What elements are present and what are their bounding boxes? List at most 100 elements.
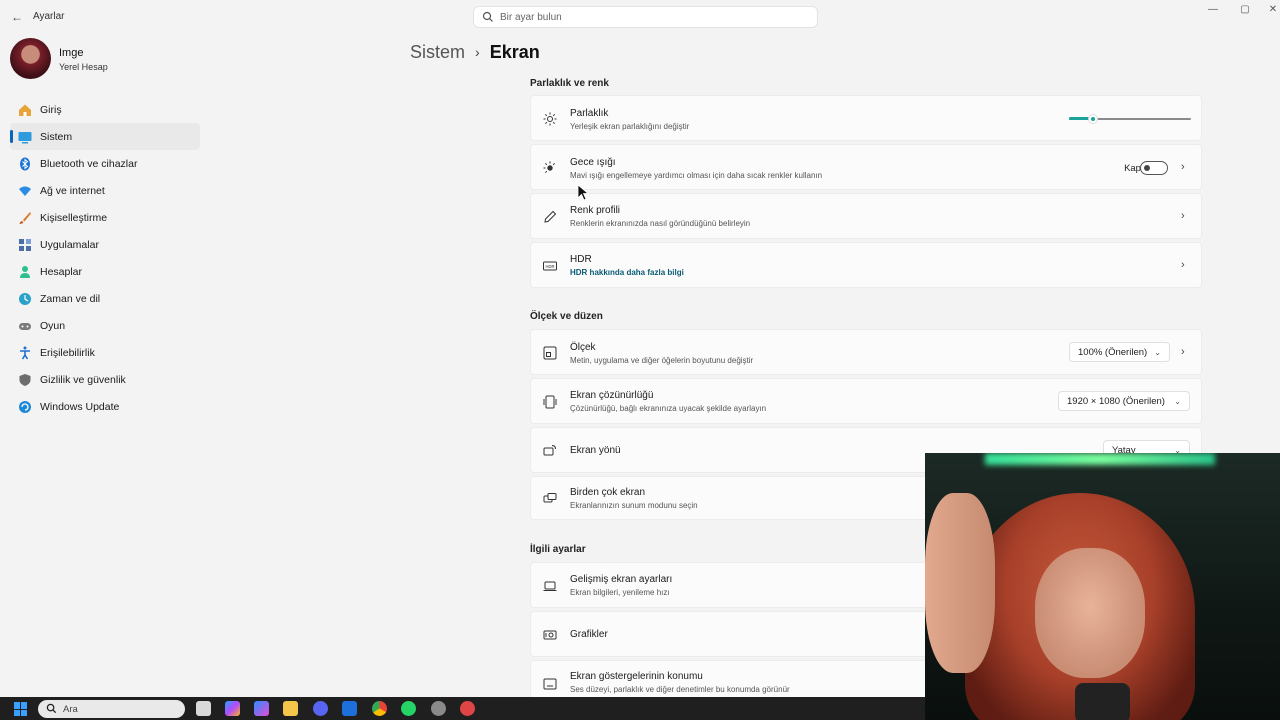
- hdr-icon: HDR: [543, 259, 557, 273]
- search-icon: [46, 703, 57, 714]
- mail-icon[interactable]: [342, 701, 357, 716]
- color-profile-subtitle: Renklerin ekranınızda nasıl göründüğünü …: [570, 219, 751, 228]
- chevron-down-icon: ⌄: [1174, 397, 1181, 406]
- brightness-card: Parlaklık Yerleşik ekran parlaklığını de…: [530, 95, 1202, 141]
- brightness-slider[interactable]: [1069, 114, 1191, 124]
- account-icon: [18, 265, 32, 279]
- night-light-icon: [543, 161, 557, 175]
- display-indicator-icon: [543, 677, 557, 691]
- brightness-subtitle: Yerleşik ekran parlaklığını değiştir: [570, 122, 690, 131]
- discord-icon[interactable]: [313, 701, 328, 716]
- breadcrumb-separator: ›: [475, 44, 480, 60]
- mouse-cursor-icon: [577, 184, 589, 201]
- settings-gear-icon[interactable]: [431, 701, 446, 716]
- scale-card[interactable]: Ölçek Metin, uygulama ve diğer öğelerin …: [530, 329, 1202, 375]
- slider-thumb[interactable]: [1088, 114, 1098, 124]
- page-title: Ekran: [489, 41, 540, 62]
- night-light-toggle[interactable]: [1140, 161, 1168, 175]
- indicator-position-title: Ekran göstergelerinin konumu: [570, 671, 703, 682]
- night-light-card[interactable]: Gece ışığı Mavi ışığı engellemeye yardım…: [530, 144, 1202, 190]
- eyedropper-icon: [543, 210, 557, 224]
- webcam-overlay: [925, 453, 1280, 720]
- advanced-display-title: Gelişmiş ekran ayarları: [570, 574, 673, 585]
- sidebar-item-label: Kişiselleştirme: [40, 211, 108, 224]
- resolution-card: Ekran çözünürlüğü Çözünürlüğü, bağlı ekr…: [530, 378, 1202, 424]
- resolution-icon: [543, 395, 557, 409]
- sidebar-item-bluetooth[interactable]: Bluetooth ve cihazlar: [10, 150, 200, 177]
- profile-card[interactable]: Imge Yerel Hesap: [10, 38, 210, 80]
- breadcrumb: Sistem › Ekran: [410, 40, 540, 64]
- sidebar-item-accessibility[interactable]: Erişilebilirlik: [10, 339, 200, 366]
- chevron-right-icon: ›: [1181, 259, 1185, 271]
- sidebar-item-label: Giriş: [40, 103, 62, 116]
- office-icon[interactable]: [254, 701, 269, 716]
- back-button[interactable]: ←: [8, 8, 26, 26]
- section-title-related: İlgili ayarlar: [530, 544, 586, 555]
- resolution-dropdown-value: 1920 × 1080 (Önerilen): [1067, 395, 1165, 407]
- indicator-position-subtitle: Ses düzeyi, parlaklık ve diğer denetimle…: [570, 685, 790, 694]
- system-icon: [18, 130, 32, 144]
- brush-icon: [18, 211, 32, 225]
- graphics-title: Grafikler: [570, 629, 608, 640]
- sidebar-item-label: Windows Update: [40, 400, 120, 413]
- whatsapp-icon[interactable]: [401, 701, 416, 716]
- chevron-right-icon: ›: [1181, 210, 1185, 222]
- sidebar-item-time-language[interactable]: Zaman ve dil: [10, 285, 200, 312]
- night-light-title: Gece ışığı: [570, 157, 616, 168]
- sidebar-item-label: Oyun: [40, 319, 66, 332]
- resolution-dropdown[interactable]: 1920 × 1080 (Önerilen) ⌄: [1058, 391, 1190, 411]
- sidebar-item-label: Zaman ve dil: [40, 292, 101, 305]
- wifi-icon: [18, 184, 32, 198]
- sidebar-item-windows-update[interactable]: Windows Update: [10, 393, 200, 420]
- file-explorer-icon[interactable]: [283, 701, 298, 716]
- minimize-button[interactable]: —: [1198, 4, 1228, 18]
- sidebar-item-apps[interactable]: Uygulamalar: [10, 231, 200, 258]
- multi-display-title: Birden çok ekran: [570, 487, 646, 498]
- taskbar: Ara: [0, 697, 925, 720]
- scale-subtitle: Metin, uygulama ve diğer öğelerin boyutu…: [570, 356, 754, 365]
- resolution-subtitle: Çözünürlüğü, bağlı ekranınıza uyacak şek…: [570, 404, 767, 413]
- taskbar-search-label: Ara: [63, 704, 78, 715]
- sidebar-item-network[interactable]: Ağ ve internet: [10, 177, 200, 204]
- hdr-card[interactable]: HDR HDR HDR hakkında daha fazla bilgi ›: [530, 242, 1202, 288]
- chrome-icon[interactable]: [372, 701, 387, 716]
- webcam-microphone: [1075, 683, 1130, 720]
- sidebar-item-personalization[interactable]: Kişiselleştirme: [10, 204, 200, 231]
- avatar[interactable]: [10, 38, 51, 79]
- multi-display-subtitle: Ekranlarınızın sunum modunu seçin: [570, 501, 698, 510]
- hdr-title: HDR: [570, 254, 592, 265]
- taskbar-search[interactable]: Ara: [38, 700, 185, 718]
- advanced-display-subtitle: Ekran bilgileri, yenileme hızı: [570, 588, 670, 597]
- chevron-down-icon: ⌄: [1154, 348, 1161, 357]
- hdr-learn-more-link[interactable]: HDR hakkında daha fazla bilgi: [570, 268, 684, 277]
- accessibility-icon: [18, 346, 32, 360]
- sidebar-item-home[interactable]: Giriş: [10, 96, 200, 123]
- sidebar-item-system[interactable]: Sistem: [10, 123, 200, 150]
- profile-account-type: Yerel Hesap: [59, 62, 108, 72]
- task-view-icon[interactable]: [196, 701, 211, 716]
- sidebar-item-privacy[interactable]: Gizlilik ve güvenlik: [10, 366, 200, 393]
- maximize-button[interactable]: ▢: [1230, 4, 1260, 18]
- multi-display-icon: [543, 492, 557, 506]
- close-button[interactable]: ✕: [1258, 4, 1280, 18]
- svg-text:HDR: HDR: [545, 264, 554, 269]
- sidebar-item-accounts[interactable]: Hesaplar: [10, 258, 200, 285]
- sun-icon: [543, 112, 557, 126]
- bluetooth-icon: [18, 157, 32, 171]
- search-icon: [482, 11, 493, 22]
- windows-start-icon[interactable]: [14, 702, 28, 716]
- home-icon: [18, 103, 32, 117]
- search-input[interactable]: [500, 9, 800, 25]
- graphics-card-icon: [543, 628, 557, 642]
- copilot-icon[interactable]: [225, 701, 240, 716]
- breadcrumb-parent[interactable]: Sistem: [410, 42, 465, 63]
- sidebar-item-label: Erişilebilirlik: [40, 346, 95, 359]
- sidebar-item-gaming[interactable]: Oyun: [10, 312, 200, 339]
- scale-dropdown[interactable]: 100% (Önerilen) ⌄: [1069, 342, 1170, 362]
- sidebar-item-label: Gizlilik ve güvenlik: [40, 373, 126, 386]
- search-box[interactable]: [473, 6, 818, 28]
- chevron-right-icon: ›: [1181, 346, 1185, 358]
- color-profile-card[interactable]: Renk profili Renklerin ekranınızda nasıl…: [530, 193, 1202, 239]
- title-bar: ← Ayarlar — ▢ ✕: [0, 0, 1280, 34]
- app-icon[interactable]: [460, 701, 475, 716]
